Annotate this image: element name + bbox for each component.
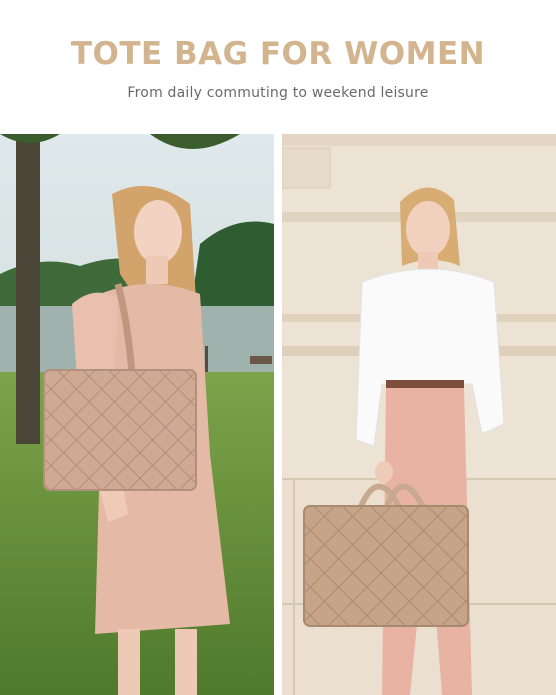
photo-lakeside-model <box>0 134 274 695</box>
header: TOTE BAG FOR WOMEN From daily commuting … <box>0 0 556 134</box>
belt <box>386 380 464 388</box>
photo-wall-model <box>282 134 556 695</box>
page-subtitle: From daily commuting to weekend leisure <box>127 85 429 101</box>
tote-bag-left <box>43 369 197 491</box>
face <box>406 201 450 257</box>
photo-wall-illustration <box>282 134 556 695</box>
face <box>134 200 182 264</box>
tote-bag-right <box>303 505 469 627</box>
photo-lakeside-illustration <box>0 134 274 695</box>
tree-trunk <box>16 134 40 444</box>
page-title: TOTE BAG FOR WOMEN <box>70 36 486 72</box>
